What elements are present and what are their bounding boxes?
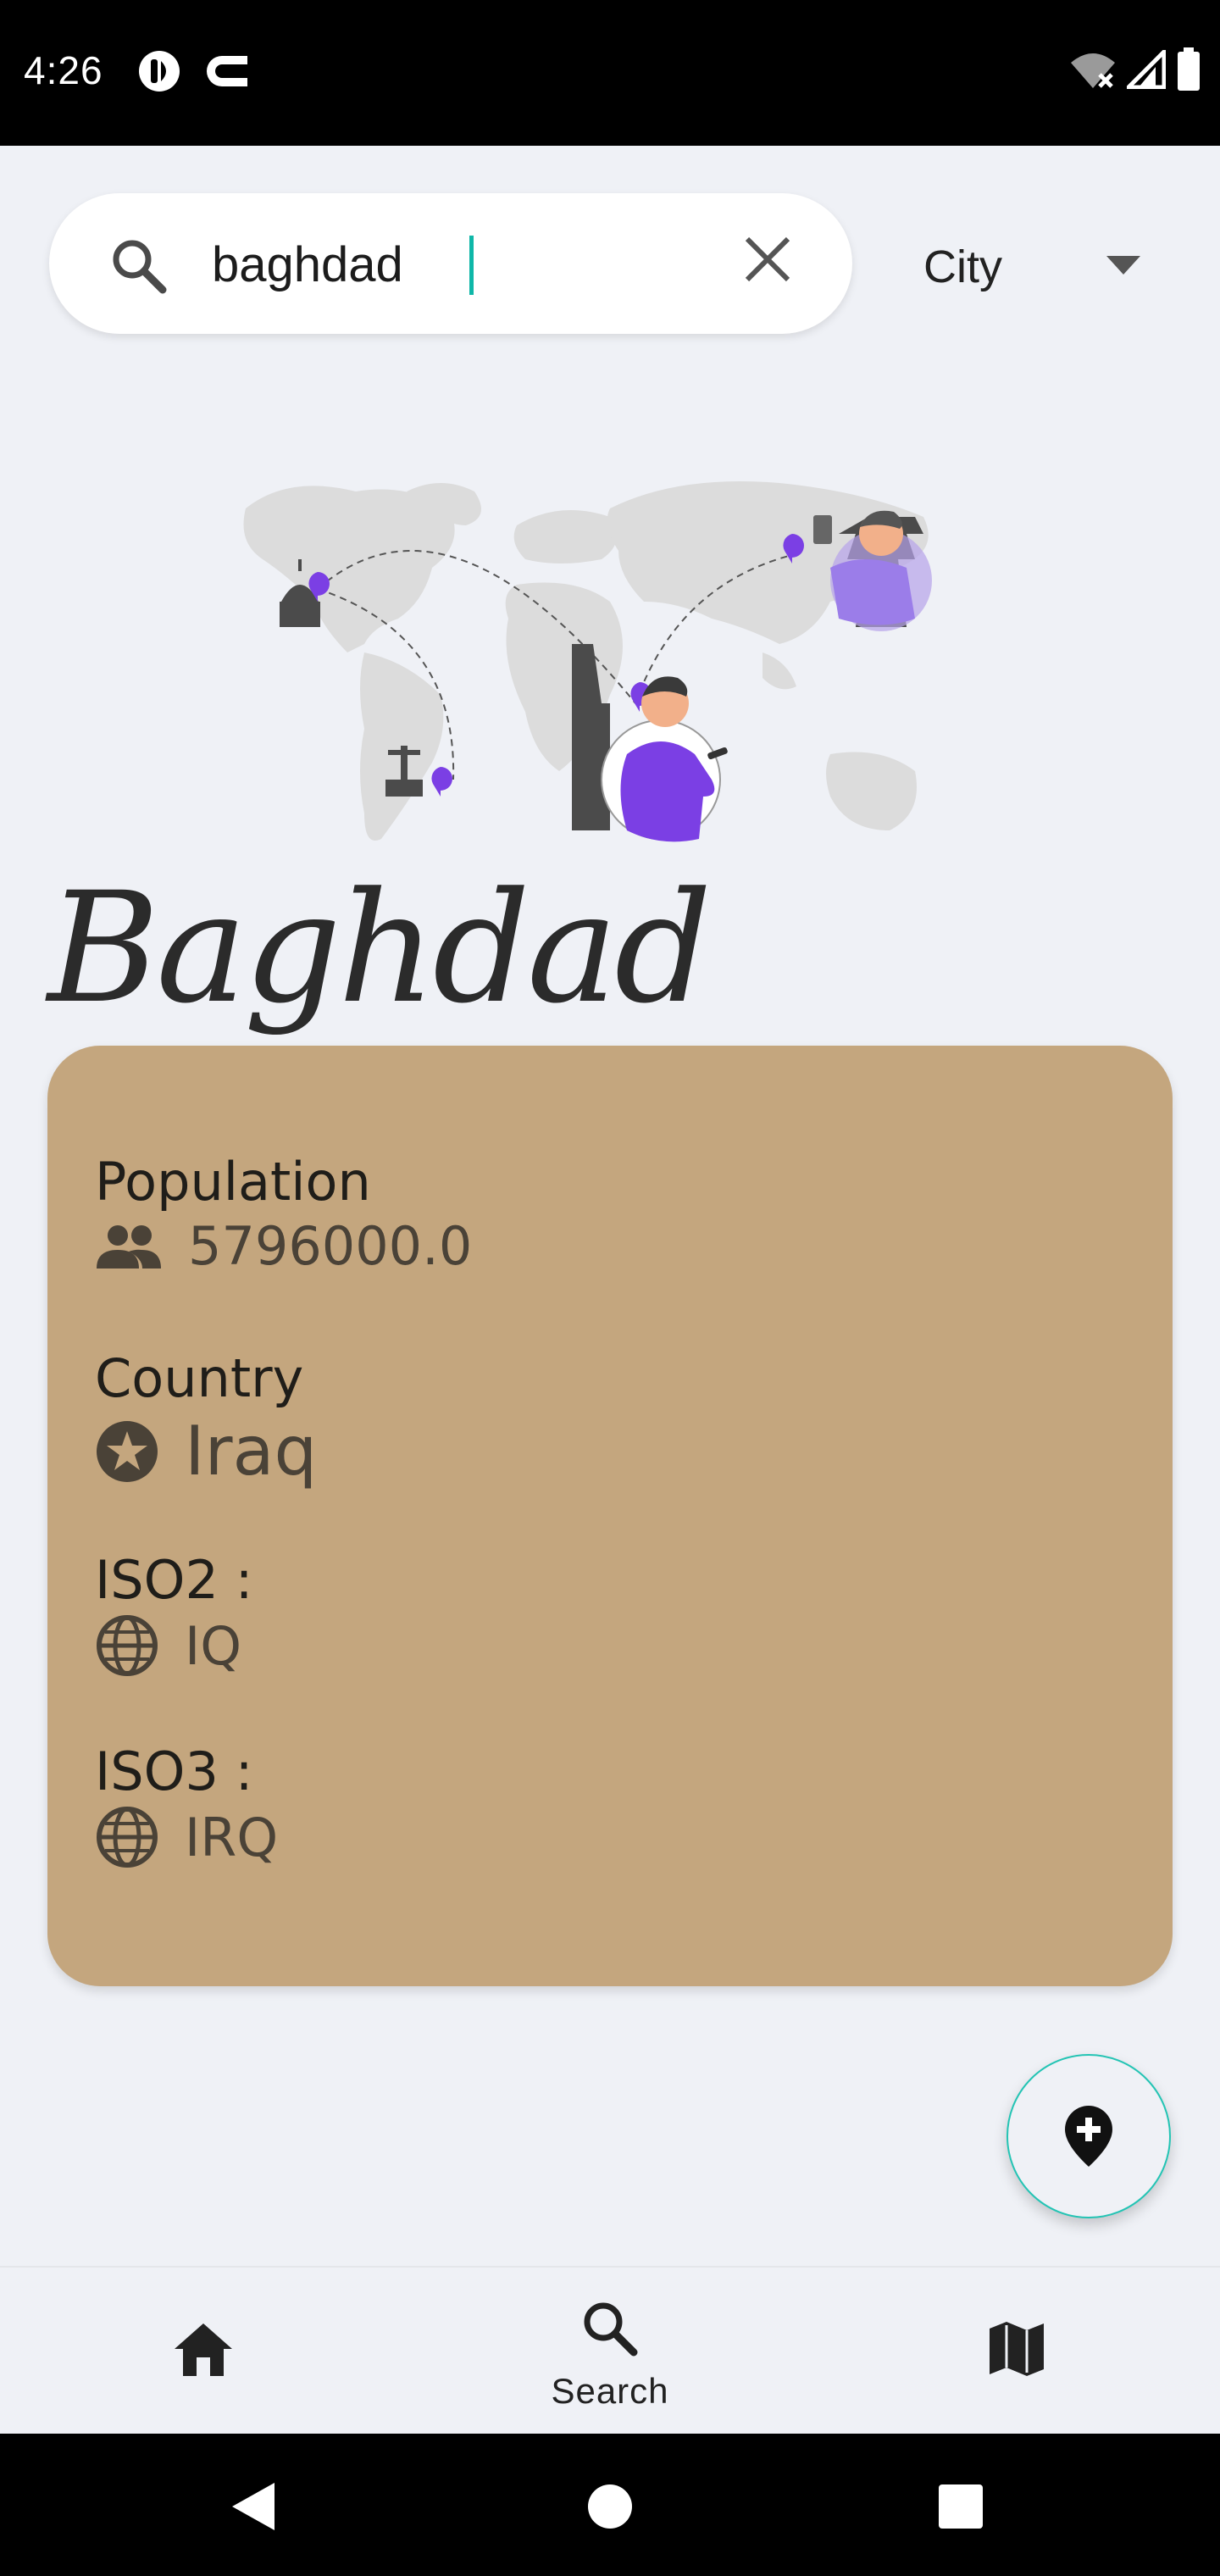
- iso3-row: IRQ: [95, 1805, 278, 1869]
- globe-icon: [97, 1615, 158, 1676]
- status-bar: 4:26: [0, 0, 1220, 146]
- iso2-label: ISO2 :: [95, 1549, 253, 1611]
- map-icon: [990, 2322, 1044, 2376]
- clear-search-icon[interactable]: [742, 234, 793, 285]
- bottom-navigation: Search: [0, 2266, 1220, 2434]
- magnet-icon: [207, 56, 247, 86]
- population-label: Population: [95, 1151, 371, 1213]
- globe-icon: [97, 1807, 158, 1868]
- iso3-value: IRQ: [185, 1806, 279, 1868]
- iso2-value: IQ: [185, 1614, 242, 1677]
- city-info-card: Population 5796000.0 Country Iraq ISO2 :…: [47, 1046, 1173, 1986]
- nav-home[interactable]: [76, 2268, 330, 2435]
- home-icon: [175, 2323, 232, 2376]
- nav-search-label: Search: [551, 2371, 669, 2411]
- chevron-down-icon: [1106, 256, 1140, 275]
- people-icon: [97, 1224, 161, 1269]
- city-name-heading: Baghdad: [47, 860, 713, 1037]
- app-notification-icon: [139, 51, 180, 92]
- iso2-row: IQ: [95, 1613, 241, 1678]
- system-navigation-bar: [0, 2434, 1220, 2576]
- search-type-value: City: [923, 242, 1002, 292]
- home-circle-icon[interactable]: [586, 2483, 634, 2530]
- iso3-label: ISO3 :: [95, 1740, 253, 1802]
- country-value: Iraq: [185, 1412, 318, 1491]
- search-icon: [584, 2302, 638, 2357]
- population-value: 5796000.0: [188, 1215, 473, 1277]
- search-bar[interactable]: [49, 193, 852, 334]
- nav-search[interactable]: Search: [483, 2268, 737, 2435]
- country-row: Iraq: [95, 1412, 317, 1491]
- battery-icon: [1178, 47, 1200, 91]
- wifi-icon: [1071, 53, 1115, 88]
- star-circle-icon: [97, 1420, 158, 1482]
- search-input[interactable]: [212, 222, 754, 307]
- search-icon: [113, 240, 167, 294]
- back-icon[interactable]: [230, 2481, 276, 2532]
- recents-icon[interactable]: [939, 2484, 983, 2529]
- search-type-dropdown[interactable]: City: [898, 219, 1152, 312]
- cell-signal-icon: [1127, 50, 1166, 89]
- text-cursor: [469, 236, 474, 295]
- country-label: Country: [95, 1347, 304, 1409]
- nav-map[interactable]: [890, 2268, 1144, 2435]
- add-location-icon: [1065, 2106, 1112, 2167]
- population-row: 5796000.0: [95, 1215, 472, 1277]
- status-time: 4:26: [24, 48, 103, 92]
- add-location-button[interactable]: [1006, 2054, 1171, 2218]
